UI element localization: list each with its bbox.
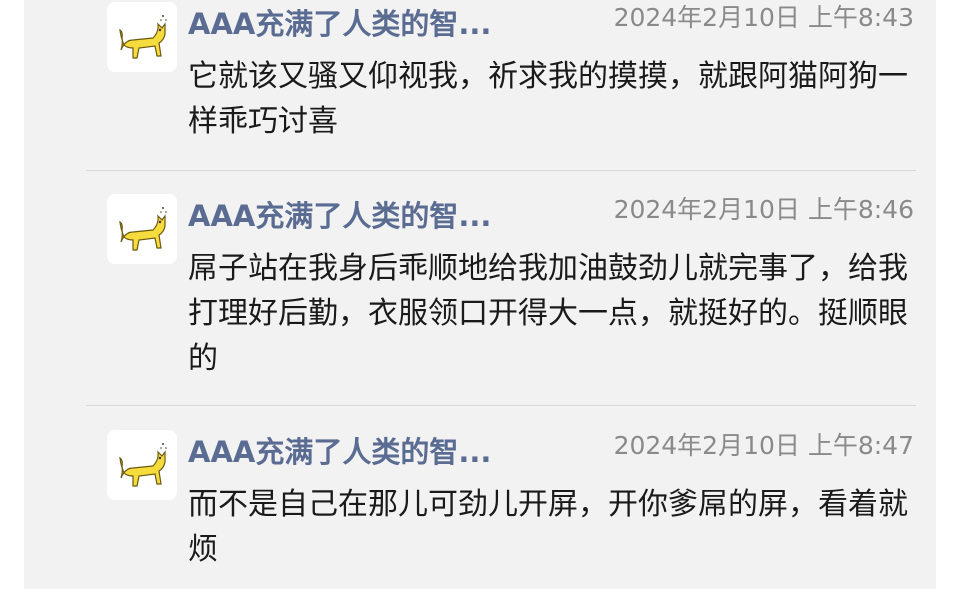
message-timestamp: 2024年2月10日 上午8:47 xyxy=(613,431,914,460)
chat-panel: AAA充满了人类的智... 2024年2月10日 上午8:43 它就该又骚又仰视… xyxy=(24,0,936,589)
avatar[interactable] xyxy=(107,430,177,500)
yellow-cat-icon xyxy=(119,207,167,251)
message-timestamp: 2024年2月10日 上午8:43 xyxy=(613,3,914,32)
avatar[interactable] xyxy=(107,194,177,264)
message-text: 而不是自己在那儿可劲儿开屏，开你爹屌的屏，看着就烦 xyxy=(188,487,908,567)
yellow-cat-icon xyxy=(119,15,167,59)
sender-name[interactable]: AAA充满了人类的智... xyxy=(188,196,548,236)
message-divider xyxy=(86,170,916,171)
sender-name[interactable]: AAA充满了人类的智... xyxy=(188,4,548,44)
message-timestamp: 2024年2月10日 上午8:46 xyxy=(613,195,914,224)
message-text: 它就该又骚又仰视我，祈求我的摸摸，就跟阿猫阿狗一样乖巧讨喜 xyxy=(188,59,908,139)
yellow-cat-icon xyxy=(119,443,167,487)
avatar[interactable] xyxy=(107,2,177,72)
sender-name[interactable]: AAA充满了人类的智... xyxy=(188,432,548,472)
message-text: 屌子站在我身后乖顺地给我加油鼓劲儿就完事了，给我打理好后勤，衣服领口开得大一点，… xyxy=(188,251,908,376)
message-divider xyxy=(86,405,916,406)
